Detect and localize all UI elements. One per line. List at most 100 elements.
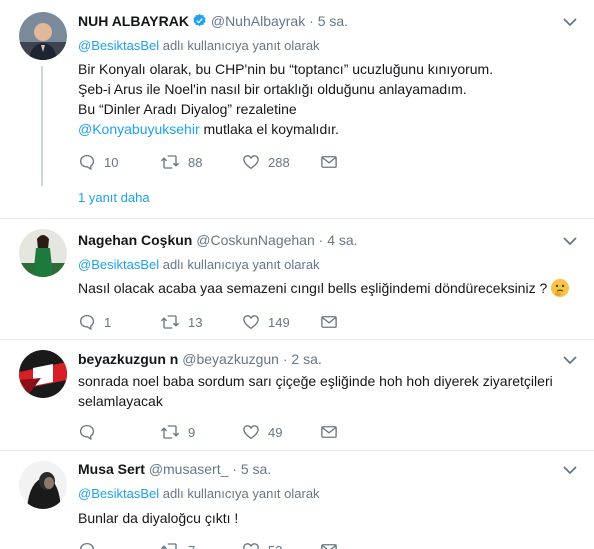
message-button[interactable] [320, 422, 338, 442]
like-button[interactable]: 149 [242, 312, 290, 332]
chevron-down-icon[interactable] [563, 465, 577, 475]
retweet-icon [160, 315, 180, 329]
tweet-header: Nagehan Coşkun @CoskunNagehan · 4 sa. [78, 232, 358, 248]
tweet-text: sonrada noel baba sordum sarı çiçeğe eşl… [78, 371, 553, 411]
reply-mention-link[interactable]: @BesiktasBel [78, 486, 159, 501]
reply-label: adlı kullanıcıya yanıt olarak [162, 38, 320, 53]
separator-dot: · [309, 13, 314, 29]
tweet[interactable]: NUH ALBAYRAK @NuhAlbayrak · 5 sa. @Besik… [0, 0, 594, 218]
message-button[interactable] [320, 312, 338, 332]
tweet-text: Bunlar da diyaloğcu çıktı ! [78, 508, 238, 528]
replying-to: @BesiktasBel adlı kullanıcıya yanıt olar… [78, 486, 320, 501]
tweet-line: Nasıl olacak acaba yaa semazeni cıngıl b… [78, 280, 548, 296]
like-button[interactable]: 49 [242, 422, 282, 442]
like-count: 53 [268, 543, 282, 549]
avatar[interactable] [19, 350, 67, 398]
timestamp[interactable]: 2 sa. [291, 351, 321, 367]
action-bar: 7 53 [78, 540, 378, 549]
reply-count: 1 [104, 314, 112, 330]
user-handle[interactable]: @beyazkuzgun [182, 351, 279, 367]
retweet-button[interactable]: 88 [160, 152, 202, 172]
retweet-button[interactable]: 9 [160, 422, 195, 442]
action-bar: 9 49 [78, 422, 378, 442]
retweet-icon [160, 425, 180, 439]
reply-button[interactable]: 10 [78, 152, 118, 172]
avatar[interactable] [19, 461, 67, 509]
tweet[interactable]: Nagehan Coşkun @CoskunNagehan · 4 sa. @B… [0, 219, 594, 339]
timestamp[interactable]: 5 sa. [318, 13, 348, 29]
heart-icon [243, 425, 259, 440]
chevron-down-icon[interactable] [563, 236, 577, 246]
reply-icon [79, 314, 95, 331]
retweet-count: 7 [188, 543, 195, 549]
heart-icon [243, 155, 259, 170]
user-handle[interactable]: @NuhAlbayrak [211, 13, 305, 29]
message-button[interactable] [320, 152, 338, 172]
retweet-icon [160, 543, 177, 549]
timestamp[interactable]: 4 sa. [327, 232, 357, 248]
display-name[interactable]: beyazkuzgun n [78, 351, 178, 367]
thread-line [41, 66, 43, 186]
envelope-icon [321, 316, 337, 328]
like-button[interactable]: 53 [242, 540, 282, 549]
retweet-icon [160, 155, 180, 169]
replying-to: @BesiktasBel adlı kullanıcıya yanıt olar… [78, 38, 320, 53]
show-more-replies-link[interactable]: 1 yanıt daha [78, 190, 150, 205]
reply-mention-link[interactable]: @BesiktasBel [78, 257, 159, 272]
retweet-count: 88 [188, 154, 203, 170]
chevron-down-icon[interactable] [563, 17, 577, 27]
reply-count: 10 [104, 154, 119, 170]
like-count: 288 [268, 154, 290, 170]
tweet[interactable]: beyazkuzgun n @beyazkuzgun · 2 sa. sonra… [0, 340, 594, 450]
separator-dot: · [232, 461, 237, 477]
tweet-line: Bunlar da diyaloğcu çıktı ! [78, 510, 239, 526]
tweet-line: Bir Konyalı olarak, bu CHP'nin bu “topta… [78, 61, 494, 77]
separator-dot: · [318, 232, 324, 248]
tweet-line: sonrada noel baba sordum sarı çiçeğe eşl… [78, 373, 553, 389]
thinking-face-icon [551, 279, 570, 297]
display-name[interactable]: Musa Sert [78, 461, 145, 477]
chevron-down-icon[interactable] [563, 355, 577, 365]
heart-icon [243, 543, 259, 549]
avatar[interactable] [19, 229, 67, 277]
tweet-header: beyazkuzgun n @beyazkuzgun · 2 sa. [78, 351, 322, 367]
tweet-line: Bu “Dinler Aradı Diyalog” rezaletine [78, 101, 297, 117]
timestamp[interactable]: 5 sa. [241, 461, 271, 477]
retweet-button[interactable]: 13 [160, 312, 202, 332]
envelope-icon [321, 156, 337, 168]
tweet-line: selamlayacak [78, 393, 163, 409]
tweet-line: mutlaka el koymalıdır. [203, 121, 339, 137]
action-bar: 1 13 149 [78, 312, 378, 332]
user-handle[interactable]: @musasert_ [149, 461, 229, 477]
reply-button[interactable] [78, 540, 104, 549]
reply-label: adlı kullanıcıya yanıt olarak [162, 486, 320, 501]
verified-badge-icon [192, 13, 207, 31]
tweet-line: Şeb-i Arus ile Noel'in nasıl bir ortaklı… [78, 81, 467, 97]
like-button[interactable]: 288 [242, 152, 290, 172]
tweet-text: Nasıl olacak acaba yaa semazeni cıngıl b… [78, 278, 570, 298]
retweet-count: 9 [188, 424, 196, 440]
display-name[interactable]: Nagehan Coşkun [78, 232, 192, 248]
reply-icon [79, 154, 95, 171]
reply-button[interactable] [78, 422, 104, 442]
display-name[interactable]: NUH ALBAYRAK [78, 13, 189, 29]
reply-button[interactable]: 1 [78, 312, 111, 332]
replying-to: @BesiktasBel adlı kullanıcıya yanıt olar… [78, 257, 320, 272]
mention-link[interactable]: @Konyabuyuksehir [78, 121, 200, 137]
reply-label: adlı kullanıcıya yanıt olarak [162, 257, 320, 272]
like-count: 149 [268, 314, 290, 330]
avatar[interactable] [19, 12, 67, 60]
like-count: 49 [268, 424, 283, 440]
reply-mention-link[interactable]: @BesiktasBel [78, 38, 159, 53]
retweet-button[interactable]: 7 [160, 540, 195, 549]
envelope-icon [321, 426, 337, 438]
retweet-count: 13 [188, 314, 203, 330]
tweet-header: Musa Sert @musasert_ · 5 sa. [78, 461, 271, 477]
action-bar: 10 88 288 [78, 152, 378, 172]
user-handle[interactable]: @CoskunNagehan [196, 232, 315, 248]
reply-icon [79, 542, 95, 549]
message-button[interactable] [320, 540, 338, 549]
separator-dot: · [282, 351, 288, 367]
tweet[interactable]: Musa Sert @musasert_ · 5 sa. @BesiktasBe… [0, 451, 594, 549]
tweet-text: Bir Konyalı olarak, bu CHP'nin bu “topta… [78, 59, 493, 139]
